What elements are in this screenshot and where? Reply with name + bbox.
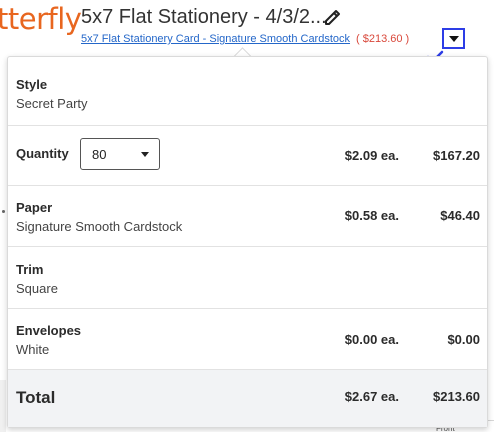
- style-value: Secret Party: [16, 96, 88, 111]
- project-title: 5x7 Flat Stationery - 4/3/2...: [81, 6, 327, 28]
- total-label: Total: [16, 388, 56, 407]
- background-strip: [0, 380, 6, 432]
- brand-logo[interactable]: tterfly: [0, 2, 82, 36]
- paper-label: Paper: [16, 200, 53, 215]
- style-row: Style Secret Party: [8, 57, 487, 126]
- total-unit-price: $2.67 ea.: [344, 389, 399, 404]
- paper-value: Signature Smooth Cardstock: [16, 219, 183, 234]
- quantity-selected-value: 80: [92, 147, 107, 162]
- trim-row: Trim Square: [8, 247, 487, 309]
- pencil-icon[interactable]: [322, 7, 344, 29]
- envelopes-value: White: [16, 342, 50, 357]
- envelopes-label: Envelopes: [16, 323, 82, 338]
- trim-label: Trim: [16, 262, 44, 277]
- quantity-label: Quantity: [16, 146, 69, 161]
- paper-unit-price: $0.58 ea.: [344, 208, 399, 223]
- background-dot: [2, 210, 5, 213]
- envelopes-row: Envelopes White $0.00 ea. $0.00: [8, 309, 487, 370]
- paper-line-total: $46.40: [440, 208, 480, 223]
- product-subtitle: 5x7 Flat Stationery Card - Signature Smo…: [81, 33, 409, 45]
- screen: tterfly 5x7 Flat Stationery - 4/3/2... 5…: [0, 0, 494, 432]
- product-price: ( $213.60 ): [356, 33, 410, 45]
- quantity-line-total: $167.20: [433, 148, 480, 163]
- style-label: Style: [16, 77, 48, 92]
- grand-total: $213.60: [433, 389, 480, 404]
- envelopes-unit-price: $0.00 ea.: [344, 332, 399, 347]
- envelopes-line-total: $0.00: [447, 332, 480, 347]
- quantity-unit-price: $2.09 ea.: [344, 148, 399, 163]
- quantity-select[interactable]: 80: [80, 138, 160, 170]
- trim-value: Square: [16, 281, 58, 296]
- paper-row: Paper Signature Smooth Cardstock $0.58 e…: [8, 186, 487, 247]
- total-row: Total $2.67 ea. $213.60: [8, 370, 487, 427]
- product-link[interactable]: 5x7 Flat Stationery Card - Signature Smo…: [81, 33, 350, 45]
- chevron-down-icon: [141, 152, 149, 157]
- price-details-popover: Style Secret Party Quantity $2.09 ea. $1…: [7, 56, 488, 428]
